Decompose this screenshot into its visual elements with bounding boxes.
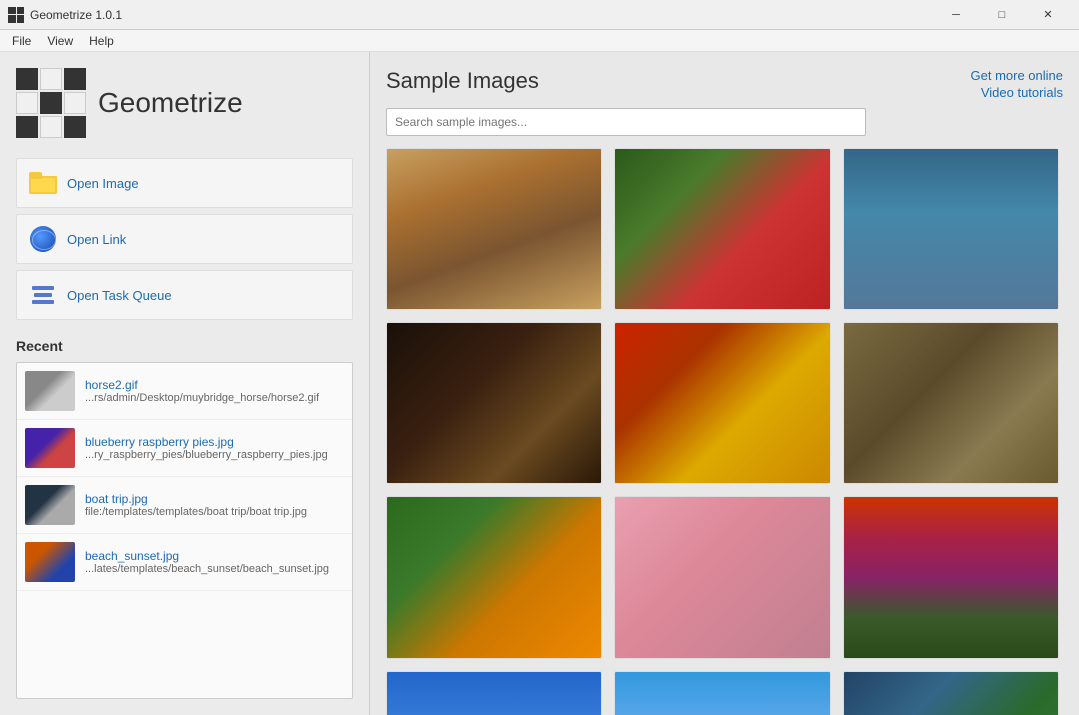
image-grid-item[interactable] <box>614 496 830 658</box>
sample-image-thumbnail <box>844 149 1058 309</box>
recent-list[interactable]: horse2.gif ...rs/admin/Desktop/muybridge… <box>16 362 353 699</box>
recent-name: blueberry raspberry pies.jpg <box>85 435 328 449</box>
image-grid-item[interactable] <box>614 322 830 484</box>
content-area: Sample Images Get more online Video tuto… <box>370 52 1079 715</box>
recent-thumbnail <box>25 371 75 411</box>
image-grid-item[interactable] <box>386 148 602 310</box>
recent-name: boat trip.jpg <box>85 492 307 506</box>
sample-image-thumbnail <box>615 149 829 309</box>
folder-icon <box>29 169 57 197</box>
recent-info: horse2.gif ...rs/admin/Desktop/muybridge… <box>85 378 319 404</box>
image-grid-item[interactable] <box>843 322 1059 484</box>
logo-area: Geometrize <box>16 68 353 138</box>
recent-info: blueberry raspberry pies.jpg ...ry_raspb… <box>85 435 328 461</box>
close-button[interactable]: ✕ <box>1025 0 1071 30</box>
sample-image-thumbnail <box>844 672 1058 715</box>
recent-section: Recent horse2.gif ...rs/admin/Desktop/mu… <box>16 338 353 699</box>
titlebar: Geometrize 1.0.1 ─ □ ✕ <box>0 0 1079 30</box>
maximize-button[interactable]: □ <box>979 0 1025 30</box>
sample-image-thumbnail <box>387 497 601 657</box>
image-grid-wrapper[interactable] <box>386 148 1063 715</box>
video-tutorials-link[interactable]: Video tutorials <box>981 85 1063 100</box>
sample-image-thumbnail <box>615 497 829 657</box>
recent-name: beach_sunset.jpg <box>85 549 329 563</box>
image-grid-item[interactable] <box>386 671 602 715</box>
menu-file[interactable]: File <box>4 32 39 50</box>
sample-image-thumbnail <box>844 323 1058 483</box>
app-logo <box>16 68 86 138</box>
open-task-queue-button[interactable]: Open Task Queue <box>16 270 353 320</box>
recent-path: ...rs/admin/Desktop/muybridge_horse/hors… <box>85 392 319 404</box>
header-links: Get more online Video tutorials <box>971 68 1064 100</box>
recent-thumbnail <box>25 542 75 582</box>
sample-image-thumbnail <box>387 323 601 483</box>
open-link-button[interactable]: Open Link <box>16 214 353 264</box>
open-image-label: Open Image <box>67 176 139 191</box>
sample-image-thumbnail <box>844 497 1058 657</box>
queue-icon <box>29 281 57 309</box>
sample-image-thumbnail <box>387 672 601 715</box>
window-title: Geometrize 1.0.1 <box>30 8 933 22</box>
recent-info: boat trip.jpg file:/templates/templates/… <box>85 492 307 518</box>
image-grid-item[interactable] <box>614 148 830 310</box>
app-icon <box>8 7 24 23</box>
menubar: File View Help <box>0 30 1079 52</box>
minimize-button[interactable]: ─ <box>933 0 979 30</box>
image-grid-item[interactable] <box>614 671 830 715</box>
open-image-button[interactable]: Open Image <box>16 158 353 208</box>
window-controls: ─ □ ✕ <box>933 0 1071 30</box>
recent-info: beach_sunset.jpg ...lates/templates/beac… <box>85 549 329 575</box>
recent-name: horse2.gif <box>85 378 319 392</box>
globe-icon <box>29 225 57 253</box>
app-name: Geometrize <box>98 87 243 119</box>
search-input[interactable] <box>386 108 866 136</box>
recent-item[interactable]: horse2.gif ...rs/admin/Desktop/muybridge… <box>17 363 352 420</box>
recent-path: ...lates/templates/beach_sunset/beach_su… <box>85 563 329 575</box>
image-grid-item[interactable] <box>386 322 602 484</box>
menu-view[interactable]: View <box>39 32 81 50</box>
recent-thumbnail <box>25 428 75 468</box>
recent-thumbnail <box>25 485 75 525</box>
content-header: Sample Images Get more online Video tuto… <box>386 68 1063 100</box>
image-grid-item[interactable] <box>843 148 1059 310</box>
recent-item[interactable]: beach_sunset.jpg ...lates/templates/beac… <box>17 534 352 591</box>
sample-image-thumbnail <box>615 323 829 483</box>
open-link-label: Open Link <box>67 232 126 247</box>
recent-item[interactable]: blueberry raspberry pies.jpg ...ry_raspb… <box>17 420 352 477</box>
image-grid-item[interactable] <box>386 496 602 658</box>
open-task-queue-label: Open Task Queue <box>67 288 172 303</box>
menu-help[interactable]: Help <box>81 32 122 50</box>
sample-image-thumbnail <box>387 149 601 309</box>
image-grid <box>386 148 1063 715</box>
image-grid-item[interactable] <box>843 671 1059 715</box>
sidebar: Geometrize Open Image Open Link O <box>0 52 370 715</box>
get-more-online-link[interactable]: Get more online <box>971 68 1064 83</box>
sample-image-thumbnail <box>615 672 829 715</box>
page-title: Sample Images <box>386 68 971 94</box>
image-grid-item[interactable] <box>843 496 1059 658</box>
recent-path: ...ry_raspberry_pies/blueberry_raspberry… <box>85 449 328 461</box>
main-layout: Geometrize Open Image Open Link O <box>0 52 1079 715</box>
recent-title: Recent <box>16 338 353 354</box>
recent-item[interactable]: boat trip.jpg file:/templates/templates/… <box>17 477 352 534</box>
recent-path: file:/templates/templates/boat trip/boat… <box>85 506 307 518</box>
